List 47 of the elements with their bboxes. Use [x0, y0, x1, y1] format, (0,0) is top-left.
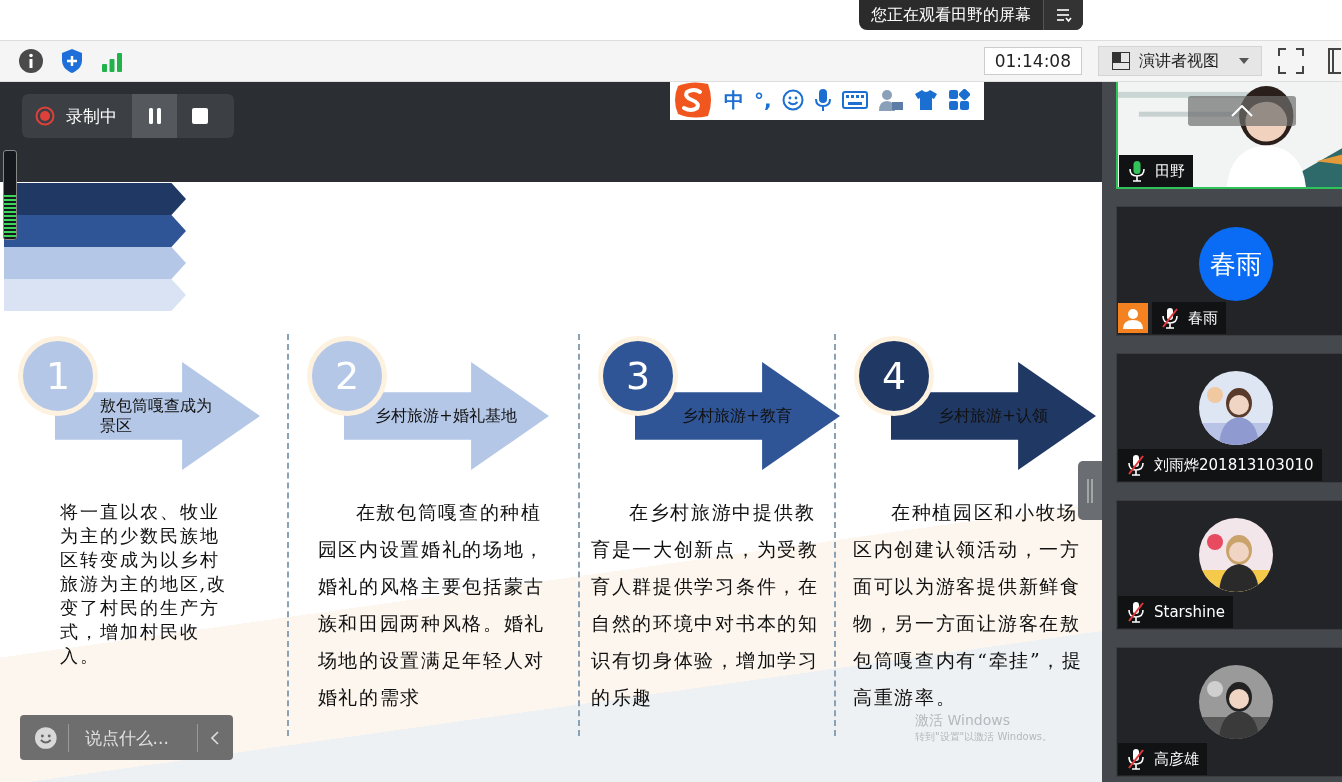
- banner-text: 您正在观看田野的屏幕: [870, 4, 1032, 26]
- step-number: 1: [18, 336, 98, 416]
- recording-label: 录制中: [66, 104, 117, 128]
- microphone-icon[interactable]: [813, 88, 832, 112]
- record-icon: [35, 106, 55, 126]
- avatar: 春雨: [1199, 227, 1273, 301]
- step-description: 在乡村旅游中提供教育是一大创新点，为受教育人群提供学习条件，在自然的环境中对书本的知识有切身体验，增加学习的乐趣: [591, 500, 820, 710]
- participant-name: 刘雨烨201813103010: [1154, 455, 1314, 475]
- chevron-left-icon: [211, 730, 220, 745]
- input-mode-toggle[interactable]: 中: [724, 86, 744, 114]
- step-description: 在敖包筒嘎查的种植园区内设置婚礼的场地，婚礼的风格主要包括蒙古族和田园两种风格。婚礼场地的设置满足年轻人对婚礼的需求: [317, 500, 547, 710]
- panel-toggle-handle[interactable]: [1078, 461, 1102, 520]
- pause-button[interactable]: [132, 94, 177, 138]
- menu-icon: [1054, 7, 1073, 23]
- signal-icon[interactable]: [100, 50, 124, 72]
- shield-icon[interactable]: [60, 48, 84, 74]
- emoji-icon[interactable]: [781, 89, 804, 111]
- step-number: 3: [598, 336, 678, 416]
- participant-name: 田野: [1155, 161, 1185, 181]
- step-description: 将一直以农、牧业为主的少数民族地区转变成为以乡村旅游为主的地区,改变了村民的生产方式，增加村民收入。: [59, 500, 228, 668]
- participant-name: 春雨: [1188, 308, 1218, 328]
- step-title: 乡村旅游+教育: [681, 405, 793, 427]
- step-description: 在种植园区和小牧场区内创建认领活动，一方面可以为游客提供新鲜食物，另一方面让游客在敖包筒嘎查内有“牵挂”，提高重游率。: [853, 500, 1084, 710]
- step-number: 4: [854, 336, 934, 416]
- layout-icon: [1111, 51, 1131, 71]
- step-title: 乡村旅游+认领: [937, 405, 1049, 427]
- collapse-button[interactable]: [1188, 96, 1296, 126]
- step-title: 敖包筒嘎查成为景区: [100, 395, 213, 437]
- emoji-icon[interactable]: [34, 725, 58, 750]
- info-icon[interactable]: [18, 48, 44, 74]
- chat-input-field[interactable]: 说点什么...: [20, 715, 233, 760]
- menu-button[interactable]: [1043, 0, 1083, 30]
- layout-icon[interactable]: [1328, 48, 1342, 74]
- fullscreen-icon[interactable]: [1278, 48, 1304, 74]
- grid-icon[interactable]: [947, 89, 970, 111]
- logo-icon[interactable]: [672, 82, 714, 120]
- stop-icon: [190, 107, 209, 125]
- view-mode-dropdown[interactable]: 演讲者视图: [1098, 46, 1262, 76]
- punctuation-toggle[interactable]: °,: [754, 88, 772, 112]
- participant-name: 高彦雄: [1154, 749, 1199, 769]
- keyboard-icon[interactable]: [841, 91, 868, 109]
- user-tool-icon[interactable]: [877, 89, 904, 111]
- participant-name: Starshine: [1154, 603, 1225, 621]
- caret-icon: [1239, 58, 1249, 64]
- shirt-icon[interactable]: [913, 89, 938, 111]
- meeting-timer: 01:14:08: [983, 47, 1082, 75]
- chevron-up-icon: [1231, 105, 1253, 117]
